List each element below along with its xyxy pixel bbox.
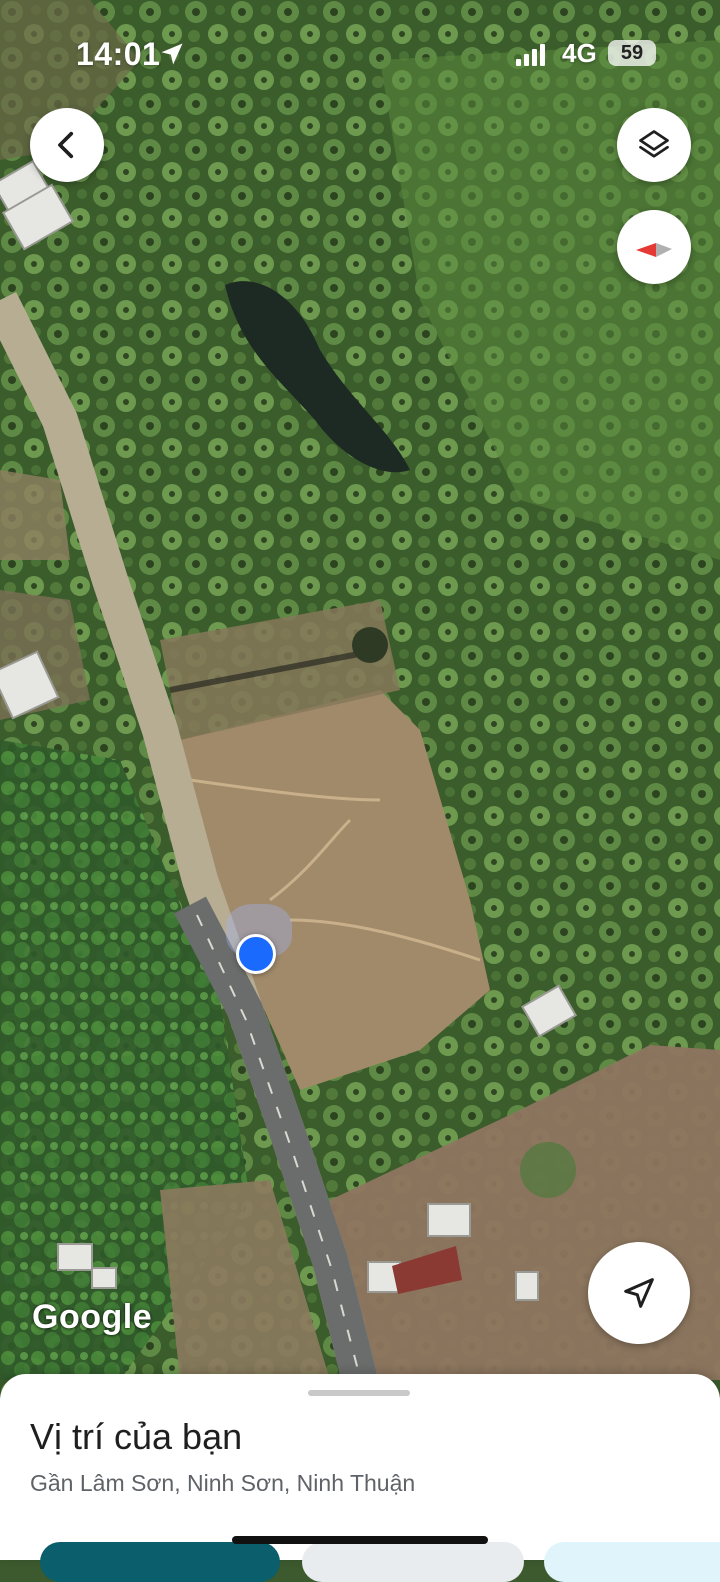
location-bottom-sheet[interactable]: Vị trí của bạn Gần Lâm Sơn, Ninh Sơn, Ni… xyxy=(0,1374,720,1582)
location-services-icon xyxy=(161,43,183,65)
current-location-dot xyxy=(236,934,276,974)
secondary-action-button[interactable] xyxy=(302,1542,524,1582)
tertiary-action-button[interactable] xyxy=(544,1542,720,1582)
back-button[interactable] xyxy=(30,108,104,182)
cellular-signal-icon xyxy=(516,44,545,66)
my-location-button[interactable] xyxy=(588,1242,690,1344)
status-time: 14:01 xyxy=(76,36,161,72)
home-indicator[interactable] xyxy=(232,1536,488,1544)
compass-icon xyxy=(636,243,672,257)
layers-button[interactable] xyxy=(617,108,691,182)
google-attribution: Google xyxy=(32,1298,153,1336)
primary-action-button[interactable] xyxy=(40,1542,280,1582)
layers-icon xyxy=(639,130,669,158)
sheet-title: Vị trí của bạn xyxy=(30,1416,243,1457)
battery-indicator: 59 xyxy=(608,40,656,66)
network-type: 4G xyxy=(562,38,597,68)
compass-button[interactable] xyxy=(617,210,691,284)
sheet-drag-handle[interactable] xyxy=(308,1390,410,1396)
status-bar: 14:01 4G 59 xyxy=(0,0,720,100)
navigation-arrow-icon xyxy=(624,1278,654,1308)
sheet-address: Gần Lâm Sơn, Ninh Sơn, Ninh Thuận xyxy=(30,1470,416,1496)
chevron-left-icon xyxy=(58,131,74,159)
